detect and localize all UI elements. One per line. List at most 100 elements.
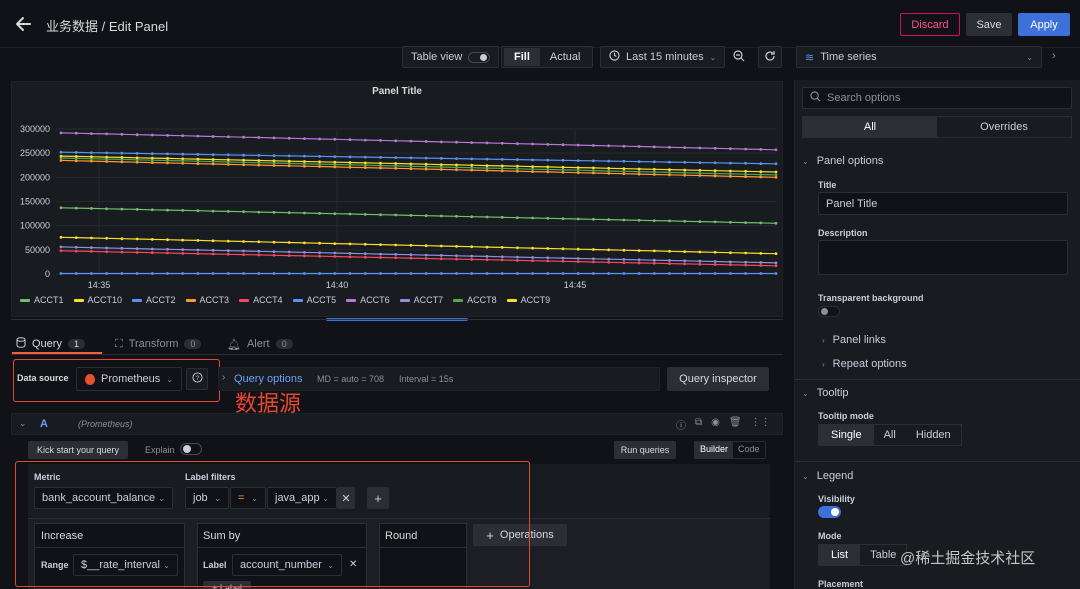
data-point (394, 156, 398, 159)
refresh-button[interactable] (758, 46, 782, 68)
tooltip-single-button[interactable]: Single (819, 425, 874, 445)
data-point (774, 252, 778, 256)
data-point (135, 133, 139, 137)
run-queries-button[interactable]: Run queries (614, 441, 676, 459)
transparent-background-label: Transparent background (818, 293, 924, 303)
zoom-out-button[interactable] (728, 46, 750, 68)
apply-button[interactable]: Apply (1018, 13, 1070, 36)
query-ref[interactable]: A (40, 418, 48, 430)
table-view-switch[interactable] (468, 51, 491, 63)
eye-icon[interactable]: ◉ (711, 417, 720, 432)
tooltip-all-button[interactable]: All (874, 425, 906, 445)
search-options-input[interactable]: Search options (802, 87, 1072, 109)
mode-list-button[interactable]: List (819, 545, 861, 565)
data-point (774, 272, 778, 275)
data-point (196, 248, 200, 252)
data-point (257, 249, 261, 253)
data-point (196, 134, 200, 138)
trash-icon[interactable]: 🗑︎ (729, 417, 742, 432)
series-acct6 (59, 131, 778, 152)
time-range-picker[interactable]: Last 15 minutes ⌄ (600, 46, 726, 68)
legend-item[interactable]: ACCT7 (399, 295, 443, 305)
tab-all[interactable]: All (803, 117, 937, 137)
chevron-right-icon[interactable]: › (1052, 50, 1056, 62)
legend-item[interactable]: ACCT4 (239, 295, 283, 305)
legend-label: ACCT2 (146, 295, 176, 305)
duplicate-icon[interactable]: ⧉ (695, 417, 702, 432)
legend-item[interactable]: ACCT1 (20, 295, 64, 305)
tooltip-section[interactable]: ⌄ Tooltip (802, 387, 849, 399)
data-point (226, 135, 230, 139)
data-point (637, 258, 641, 262)
data-point (592, 257, 595, 261)
visibility-switch[interactable] (818, 506, 841, 518)
data-point (470, 272, 474, 275)
transparent-background-switch[interactable] (818, 306, 840, 317)
panel-options-section[interactable]: ⌄ Panel options (802, 155, 883, 167)
legend-item[interactable]: ACCT6 (346, 295, 390, 305)
data-point (576, 247, 580, 251)
chevron-down-icon: ⌄ (802, 156, 809, 166)
data-point (333, 137, 337, 141)
tab-overrides[interactable]: Overrides (937, 117, 1071, 137)
data-point (683, 171, 687, 175)
data-point (455, 166, 458, 169)
query-options-link[interactable]: Query options (234, 373, 302, 385)
legend-section[interactable]: ⌄ Legend (802, 470, 853, 482)
legend-item[interactable]: ACCT2 (132, 295, 176, 305)
data-point (592, 171, 595, 175)
legend-item[interactable]: ACCT5 (292, 295, 336, 305)
repeat-options-section[interactable]: › Repeat options (822, 358, 907, 370)
data-point (729, 260, 732, 264)
data-point (333, 272, 337, 275)
data-point (424, 167, 428, 171)
fill-button[interactable]: Fill (504, 48, 540, 66)
save-button[interactable]: Save (966, 13, 1012, 36)
data-point (713, 260, 717, 263)
description-textarea[interactable] (818, 240, 1068, 275)
visualization-picker[interactable]: ≋ Time series ⌄ (796, 46, 1042, 68)
data-point (181, 238, 185, 242)
data-point (455, 140, 458, 144)
panel-links-section[interactable]: › Panel links (822, 334, 886, 346)
tab-alert[interactable]: 🔔︎ Alert 0 (227, 334, 293, 354)
tabs-divider (11, 354, 783, 355)
data-point (668, 262, 671, 265)
title-input[interactable]: Panel Title (818, 192, 1068, 215)
explain-switch[interactable] (180, 443, 202, 455)
legend-item[interactable]: ACCT8 (453, 295, 497, 305)
tab-transform[interactable]: ⛶ Transform 0 (115, 334, 202, 354)
data-point (242, 153, 246, 157)
data-point (181, 134, 185, 138)
data-point (333, 160, 337, 164)
drag-handle-icon[interactable]: ⋮⋮ (751, 417, 771, 432)
data-point (409, 272, 413, 275)
data-point (622, 144, 626, 148)
builder-mode-button[interactable]: Builder (695, 442, 734, 458)
legend-item[interactable]: ACCT10 (73, 295, 122, 305)
series-acct7 (59, 245, 778, 265)
legend-item[interactable]: ACCT3 (185, 295, 229, 305)
data-point (439, 257, 443, 261)
help-icon[interactable]: ⓘ (676, 417, 686, 432)
kick-start-button[interactable]: Kick start your query (28, 441, 128, 459)
legend-title: Legend (816, 470, 854, 482)
tab-query[interactable]: Query 1 (16, 334, 85, 354)
tooltip-hidden-button[interactable]: Hidden (906, 425, 961, 445)
data-point (683, 173, 687, 177)
discard-button[interactable]: Discard (900, 13, 960, 36)
back-arrow-icon[interactable] (14, 14, 34, 34)
code-mode-button[interactable]: Code (733, 442, 765, 458)
query-inspector-button[interactable]: Query inspector (667, 367, 769, 391)
data-point (287, 154, 291, 158)
collapse-icon[interactable]: ⌄ (19, 418, 27, 429)
tab-alert-count: 0 (275, 339, 293, 349)
data-point (516, 158, 519, 161)
data-point (74, 131, 78, 135)
data-point (607, 159, 611, 163)
actual-button[interactable]: Actual (540, 48, 591, 66)
table-view-toggle[interactable]: Table view (402, 46, 500, 68)
legend-item[interactable]: ACCT9 (506, 295, 550, 305)
data-point (637, 218, 641, 222)
repeat-options-label: Repeat options (832, 358, 907, 370)
